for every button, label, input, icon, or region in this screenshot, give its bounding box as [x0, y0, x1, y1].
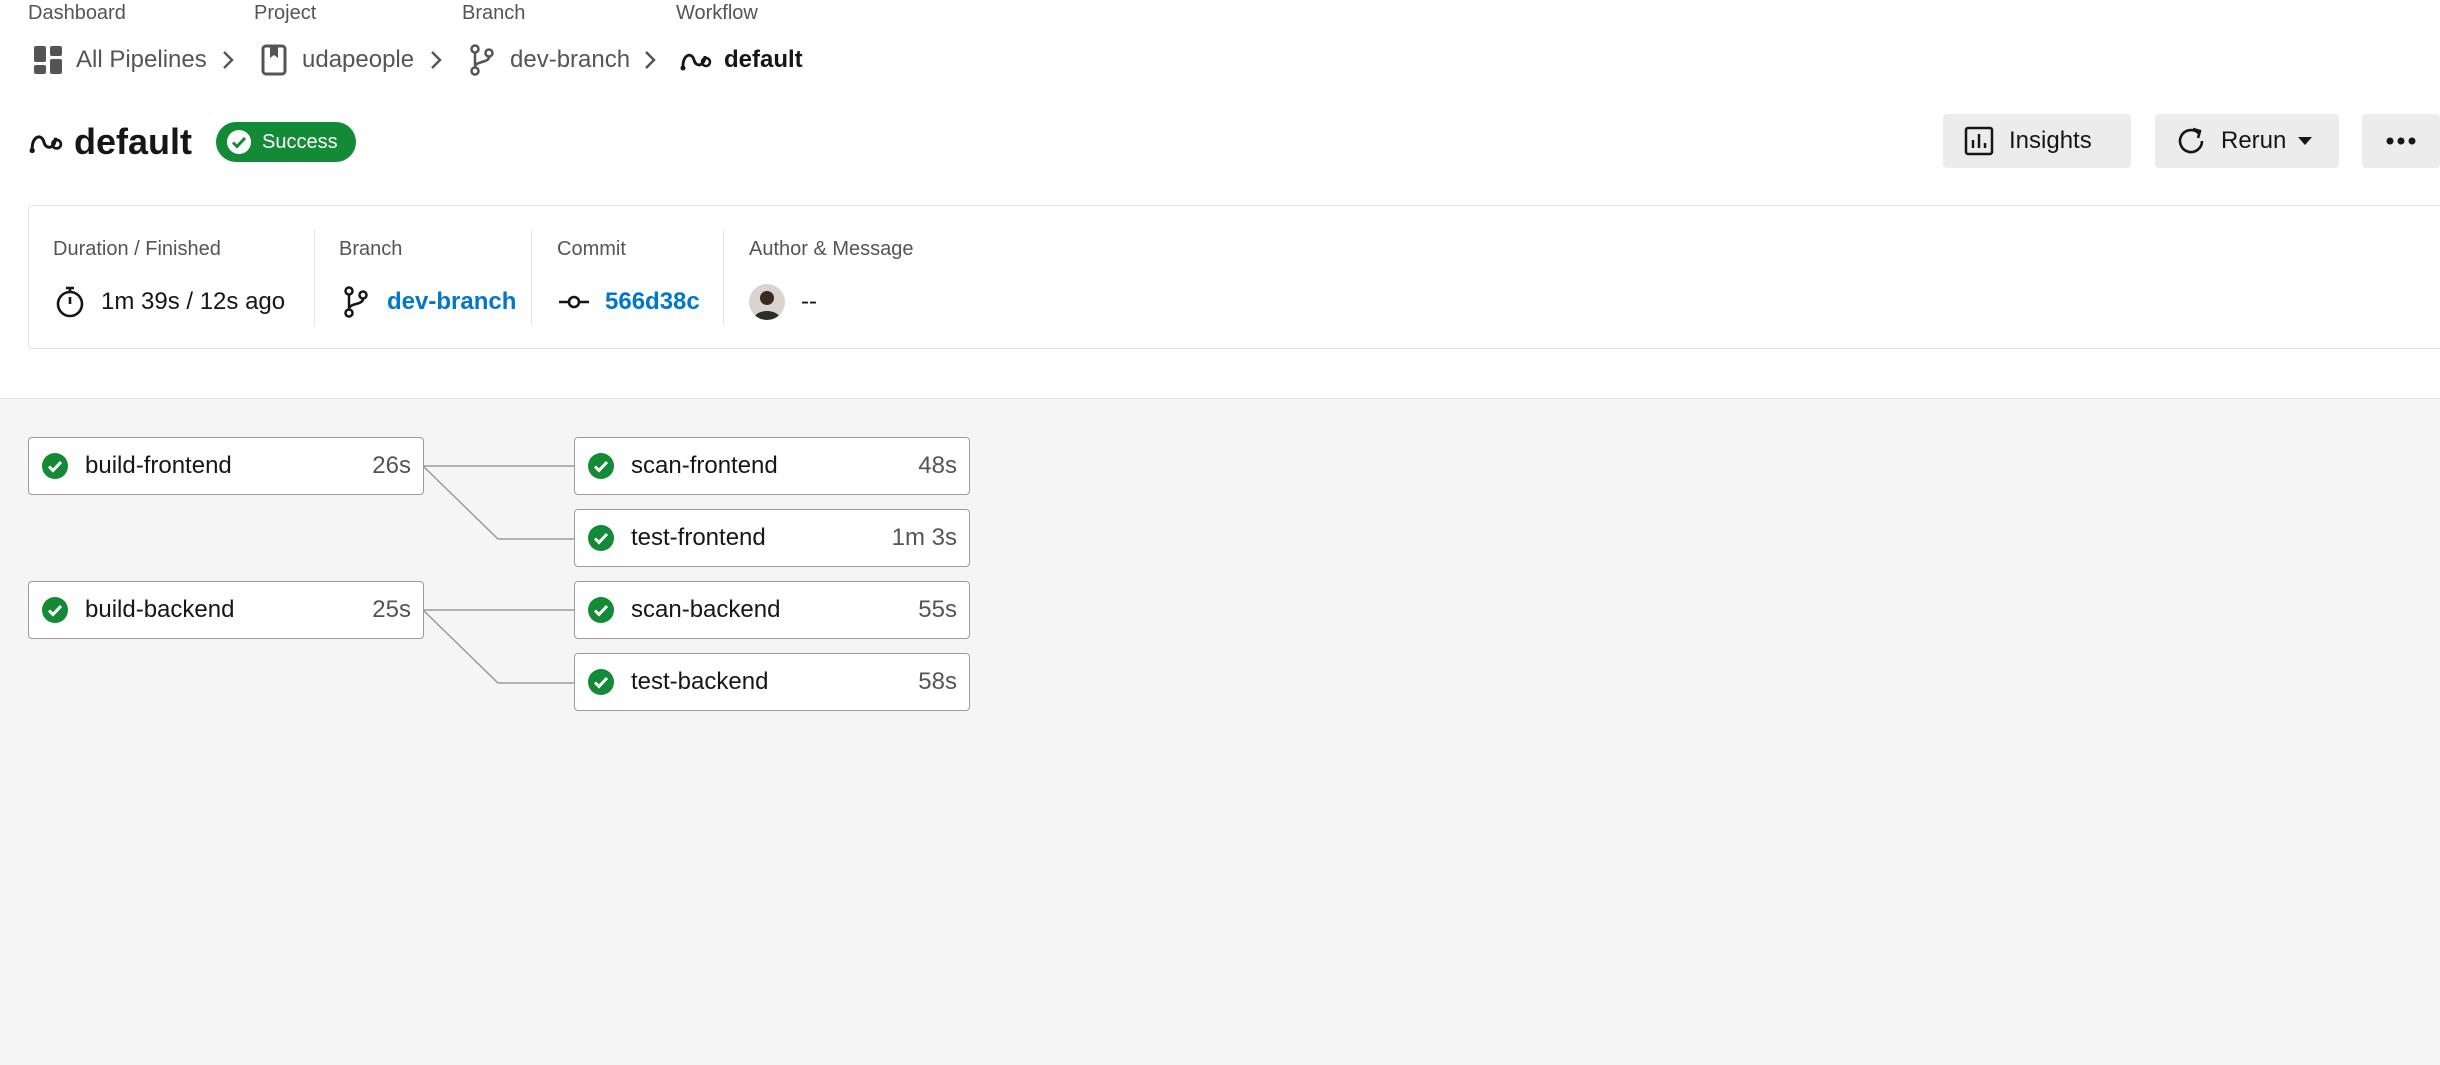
job-name: scan-frontend: [631, 452, 778, 479]
check-circle-icon: [588, 525, 614, 551]
branch-link[interactable]: dev-branch: [387, 288, 516, 316]
chevron-right-icon: [636, 46, 664, 74]
job-name: scan-backend: [631, 596, 781, 623]
breadcrumb-caption-dashboard: Dashboard: [28, 2, 126, 24]
refresh-icon: [2175, 125, 2207, 157]
duration-value: 1m 39s / 12s ago: [101, 288, 286, 315]
git-branch-icon: [339, 285, 373, 319]
job-card[interactable]: test-frontend 1m 3s: [574, 509, 970, 567]
commit-link[interactable]: 566d38c: [605, 288, 700, 316]
divider: [314, 230, 315, 326]
check-circle-icon: [588, 453, 614, 479]
job-duration: 48s: [918, 452, 957, 479]
branch-label: Branch: [339, 238, 403, 260]
job-duration: 25s: [372, 596, 411, 623]
job-duration: 58s: [918, 668, 957, 695]
caret-down-icon: [2298, 137, 2313, 145]
chevron-right-icon: [214, 46, 242, 74]
dashboard-grid-icon: [28, 40, 68, 80]
breadcrumb-label-dashboard[interactable]: All Pipelines: [76, 46, 207, 74]
job-name: build-backend: [85, 596, 235, 623]
workflow-icon: [676, 40, 716, 80]
insights-button[interactable]: Insights: [1943, 114, 2131, 168]
insights-button-label: Insights: [2009, 127, 2092, 154]
check-circle-icon: [588, 597, 614, 623]
job-duration: 55s: [918, 596, 957, 623]
avatar: [749, 284, 785, 320]
author-message: --: [801, 288, 817, 315]
more-horizontal-icon: [2386, 137, 2416, 145]
status-badge-label: Success: [262, 130, 338, 153]
divider: [723, 230, 724, 326]
job-name: build-frontend: [85, 452, 232, 479]
breadcrumb-label-workflow[interactable]: default: [724, 46, 803, 74]
job-card[interactable]: test-backend 58s: [574, 653, 970, 711]
check-circle-icon: [588, 669, 614, 695]
breadcrumb-label-project[interactable]: udapeople: [302, 46, 414, 74]
breadcrumb: Dashboard All Pipelines Project udapeopl…: [0, 0, 2440, 86]
edge-build-backend-test-backend: [422, 609, 575, 684]
git-commit-icon: [557, 285, 591, 319]
job-card[interactable]: scan-frontend 48s: [574, 437, 970, 495]
page-title: default: [74, 121, 193, 162]
commit-label: Commit: [557, 238, 626, 260]
divider: [531, 230, 532, 326]
rerun-button-label: Rerun: [2221, 127, 2287, 154]
job-name: test-frontend: [631, 524, 766, 551]
git-branch-icon: [462, 40, 502, 80]
workflow-graph: build-frontend 26s scan-frontend 48s tes…: [0, 398, 2440, 1065]
workflow-icon: [28, 124, 64, 160]
job-duration: 26s: [372, 452, 411, 479]
check-circle-icon: [42, 597, 68, 623]
stopwatch-icon: [53, 285, 87, 319]
workflow-summary-card: Duration / Finished 1m 39s / 12s ago Bra…: [28, 205, 2440, 349]
rerun-button[interactable]: Rerun: [2155, 114, 2339, 168]
bar-chart-icon: [1963, 125, 1995, 157]
job-name: test-backend: [631, 668, 769, 695]
bookmark-icon: [254, 40, 294, 80]
job-card[interactable]: build-backend 25s: [28, 581, 424, 639]
breadcrumb-caption-project: Project: [254, 2, 317, 24]
job-card[interactable]: build-frontend 26s: [28, 437, 424, 495]
job-duration: 1m 3s: [891, 524, 957, 551]
more-options-button[interactable]: [2362, 114, 2440, 168]
job-dependency-lines: [422, 465, 575, 684]
author-label: Author & Message: [749, 238, 914, 260]
status-badge: Success: [216, 122, 356, 162]
page-header: default Success: [28, 112, 356, 172]
check-circle-icon: [42, 453, 68, 479]
check-circle-icon: [227, 130, 252, 154]
breadcrumb-caption-branch: Branch: [462, 2, 526, 24]
edge-build-frontend-test-frontend: [422, 465, 575, 540]
job-card[interactable]: scan-backend 55s: [574, 581, 970, 639]
breadcrumb-caption-workflow: Workflow: [676, 2, 758, 24]
breadcrumb-label-branch[interactable]: dev-branch: [510, 46, 630, 74]
duration-label: Duration / Finished: [53, 238, 221, 260]
chevron-right-icon: [422, 46, 450, 74]
